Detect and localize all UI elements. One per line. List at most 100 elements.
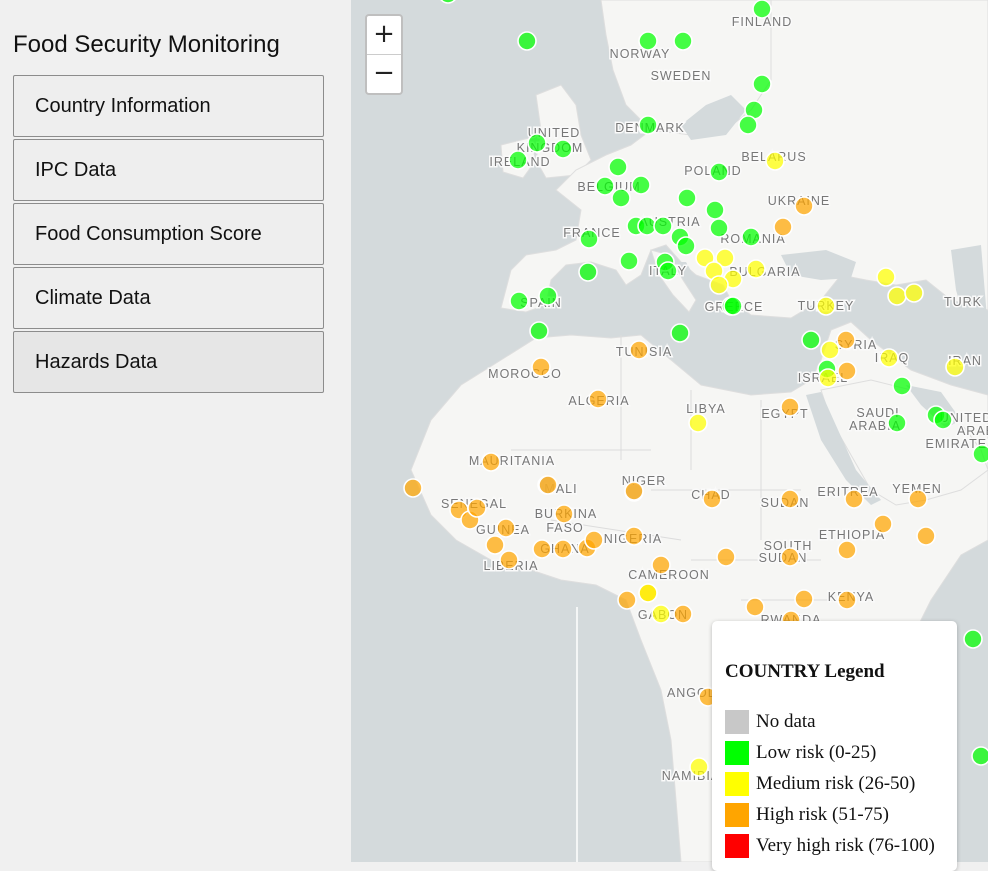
country-information-button[interactable]: Country Information [13,75,324,137]
country-risk-marker[interactable] [496,518,516,538]
country-risk-marker[interactable] [677,188,697,208]
country-risk-marker[interactable] [820,340,840,360]
country-risk-marker[interactable] [617,590,637,610]
country-risk-marker[interactable] [554,504,574,524]
country-risk-marker[interactable] [624,481,644,501]
country-risk-marker[interactable] [765,151,785,171]
zoom-out-button[interactable]: − [367,54,401,93]
country-risk-marker[interactable] [531,357,551,377]
country-risk-marker[interactable] [780,547,800,567]
country-risk-marker[interactable] [709,162,729,182]
zoom-in-button[interactable]: + [367,16,401,54]
country-risk-marker[interactable] [688,413,708,433]
country-risk-marker[interactable] [709,275,729,295]
country-risk-marker[interactable] [887,413,907,433]
country-risk-marker[interactable] [971,746,988,766]
country-risk-marker[interactable] [538,286,558,306]
country-risk-marker[interactable] [892,376,912,396]
country-risk-marker[interactable] [904,283,924,303]
country-risk-marker[interactable] [651,604,671,624]
country-risk-marker[interactable] [752,0,772,19]
country-risk-marker[interactable] [517,31,537,51]
country-risk-marker[interactable] [467,498,487,518]
country-risk-marker[interactable] [579,229,599,249]
country-risk-marker[interactable] [876,267,896,287]
country-risk-marker[interactable] [611,188,631,208]
country-risk-marker[interactable] [439,0,457,4]
country-risk-marker[interactable] [403,478,423,498]
country-risk-marker[interactable] [738,115,758,135]
country-risk-marker[interactable] [794,589,814,609]
country-risk-marker[interactable] [709,218,729,238]
country-risk-marker[interactable] [485,535,505,555]
country-risk-marker[interactable] [651,555,671,575]
country-risk-marker[interactable] [529,321,549,341]
country-risk-marker[interactable] [837,361,857,381]
country-risk-marker[interactable] [745,597,765,617]
country-risk-marker[interactable] [741,227,761,247]
country-risk-marker[interactable] [723,296,743,316]
country-risk-marker[interactable] [631,175,651,195]
country-risk-marker[interactable] [553,139,573,159]
country-risk-marker[interactable] [578,262,598,282]
country-risk-marker[interactable] [588,389,608,409]
country-risk-marker[interactable] [963,629,983,649]
country-risk-marker[interactable] [624,526,644,546]
legend-swatch [725,803,749,827]
country-risk-marker[interactable] [619,251,639,271]
country-risk-marker[interactable] [689,757,709,777]
country-risk-marker[interactable] [816,296,836,316]
ipc-data-button[interactable]: IPC Data [13,139,324,201]
climate-data-button[interactable]: Climate Data [13,267,324,329]
country-risk-marker[interactable] [773,217,793,237]
country-risk-marker[interactable] [532,539,552,559]
country-risk-marker[interactable] [837,590,857,610]
country-risk-marker[interactable] [908,489,928,509]
country-risk-marker[interactable] [873,514,893,534]
country-risk-marker[interactable] [673,31,693,51]
country-risk-marker[interactable] [780,489,800,509]
country-risk-marker[interactable] [595,176,615,196]
country-risk-marker[interactable] [538,475,558,495]
legend-label: Low risk (0-25) [756,742,877,763]
country-risk-marker[interactable] [553,539,573,559]
country-risk-marker[interactable] [879,348,899,368]
country-risk-marker[interactable] [705,200,725,220]
country-risk-marker[interactable] [837,540,857,560]
country-risk-marker[interactable] [584,530,604,550]
hazards-data-button[interactable]: Hazards Data [13,331,324,393]
country-risk-marker[interactable] [527,133,547,153]
country-risk-marker[interactable] [916,526,936,546]
country-risk-marker[interactable] [638,115,658,135]
country-risk-marker[interactable] [608,157,628,177]
country-risk-marker[interactable] [844,489,864,509]
country-risk-marker[interactable] [670,323,690,343]
country-risk-marker[interactable] [499,550,519,570]
food-consumption-score-button[interactable]: Food Consumption Score [13,203,324,265]
country-risk-marker[interactable] [780,397,800,417]
country-risk-marker[interactable] [887,286,907,306]
country-risk-marker[interactable] [676,236,696,256]
country-risk-marker[interactable] [508,150,528,170]
country-risk-marker[interactable] [673,604,693,624]
country-risk-marker[interactable] [801,330,821,350]
country-risk-marker[interactable] [752,74,772,94]
country-risk-marker[interactable] [746,259,766,279]
country-risk-marker[interactable] [658,261,678,281]
country-risk-marker[interactable] [933,410,953,430]
country-risk-marker[interactable] [629,340,649,360]
legend-label: Medium risk (26-50) [756,773,916,794]
country-risk-marker[interactable] [818,368,838,388]
country-risk-marker[interactable] [972,444,988,464]
country-risk-marker[interactable] [945,357,965,377]
country-risk-marker[interactable] [653,216,673,236]
country-risk-marker[interactable] [481,452,501,472]
country-risk-marker[interactable] [836,330,856,350]
country-risk-marker[interactable] [702,489,722,509]
country-risk-marker[interactable] [716,547,736,567]
country-risk-marker[interactable] [509,291,529,311]
country-label: TURK [944,295,982,309]
country-risk-marker[interactable] [794,196,814,216]
country-risk-marker[interactable] [638,31,658,51]
country-risk-marker[interactable] [638,583,658,603]
